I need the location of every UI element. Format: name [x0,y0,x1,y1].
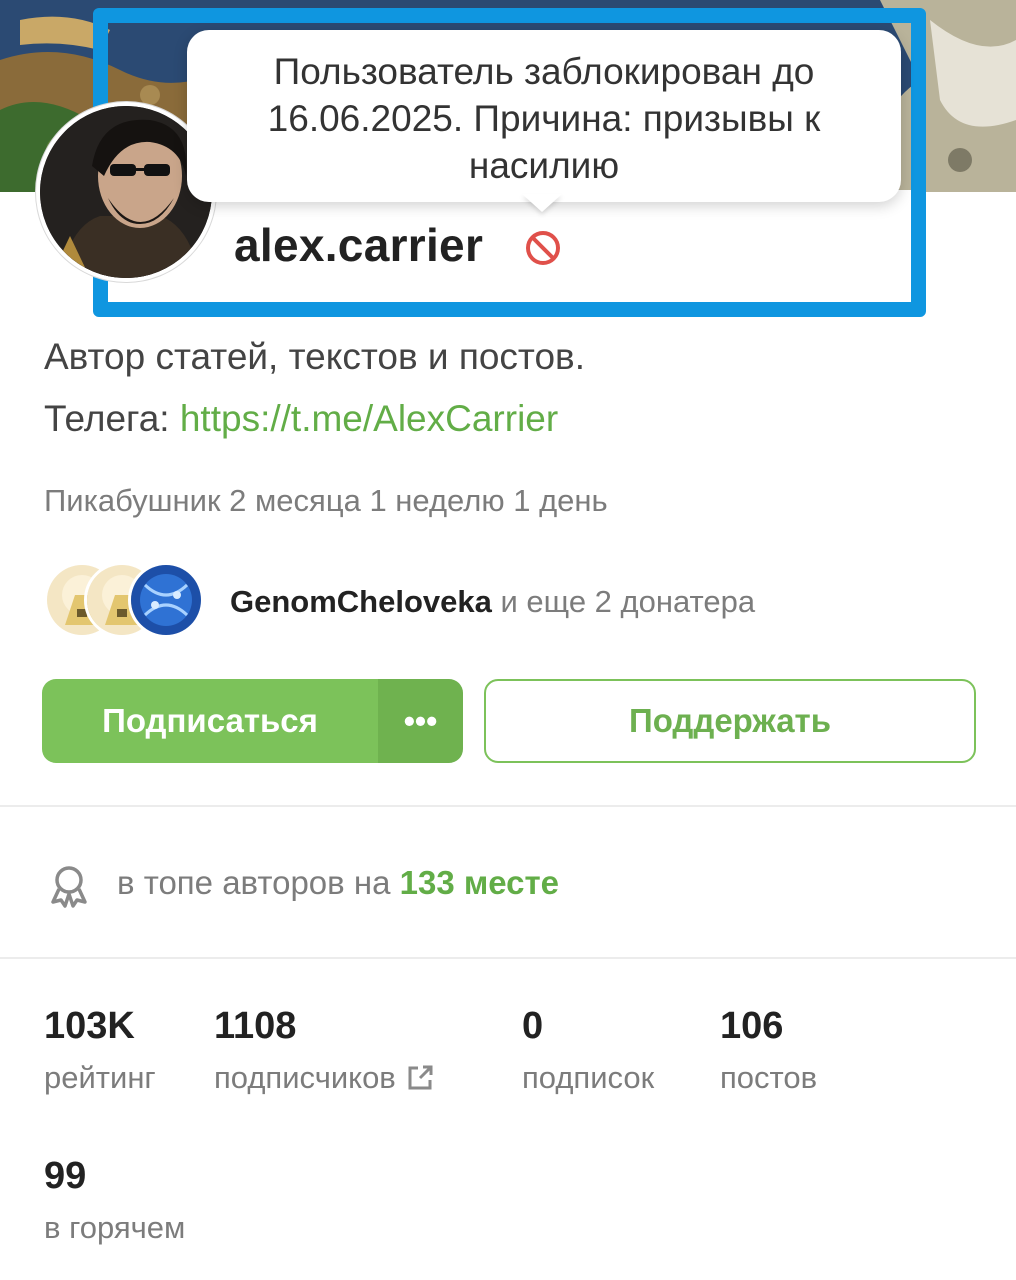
account-age: Пикабушник 2 месяца 1 неделю 1 день [44,483,608,518]
donator-avatar-genom[interactable] [128,562,204,638]
stat-posts[interactable]: 106 постов [720,1005,817,1096]
ban-tooltip-line: Пользователь заблокирован до [273,51,815,92]
stat-value: 106 [720,1005,784,1047]
username: alex.carrier [234,219,484,271]
username-background [108,190,911,302]
top-authors-prefix: в топе авторов на [117,864,400,901]
stat-hot[interactable]: 99 в горячем [44,1155,185,1246]
banned-icon[interactable] [523,228,563,268]
more-dots-icon: ••• [403,702,438,739]
top-authors-place[interactable]: 133 месте [400,864,559,901]
divider [0,957,1016,959]
external-link-icon[interactable] [406,1064,434,1092]
ban-tooltip-line: насилию [468,145,620,186]
stat-value: 99 [44,1155,87,1197]
bio-telegram-label: Телега: [44,398,180,439]
donators-summary[interactable]: GenomCheloveka и еще 2 донатера [230,584,755,620]
telegram-link[interactable]: https://t.me/AlexCarrier [180,398,558,439]
divider [0,805,1016,807]
subscribe-button[interactable]: Подписаться [42,679,378,763]
ban-tooltip: Пользователь заблокирован до 16.06.2025.… [187,30,901,202]
tooltip-tail [522,194,562,212]
donator-avatars[interactable] [44,562,214,640]
bio-text: Автор статей, текстов и постов. [44,336,585,377]
award-icon [51,866,87,908]
donators-rest: и еще 2 донатера [491,584,756,619]
stat-value: 1108 [214,1005,297,1047]
stat-label: постов [720,1060,818,1095]
stat-label: подписчиков [214,1060,396,1095]
stat-label: подписок [522,1060,655,1095]
profile-bio: Автор статей, текстов и постов. Телега: … [44,326,585,450]
stat-subscriptions[interactable]: 0 подписок [522,1005,654,1096]
top-donor-name[interactable]: GenomCheloveka [230,584,492,619]
stat-rating[interactable]: 103K рейтинг [44,1005,156,1096]
bio-telegram-line: Телега: https://t.me/AlexCarrier [44,388,585,450]
top-authors-rank: в топе авторов на 133 месте [117,864,559,902]
more-options-button[interactable]: ••• [378,679,463,763]
stat-label: рейтинг [44,1060,156,1095]
stat-subscribers[interactable]: 1108 подписчиков [214,1005,434,1096]
stat-value: 0 [522,1005,544,1047]
stat-label-row: подписчиков [214,1060,434,1096]
stat-value: 103K [44,1005,135,1047]
stat-label: в горячем [44,1210,186,1245]
ban-tooltip-line: 16.06.2025. Причина: призывы к [267,98,821,139]
support-button[interactable]: Поддержать [484,679,976,763]
